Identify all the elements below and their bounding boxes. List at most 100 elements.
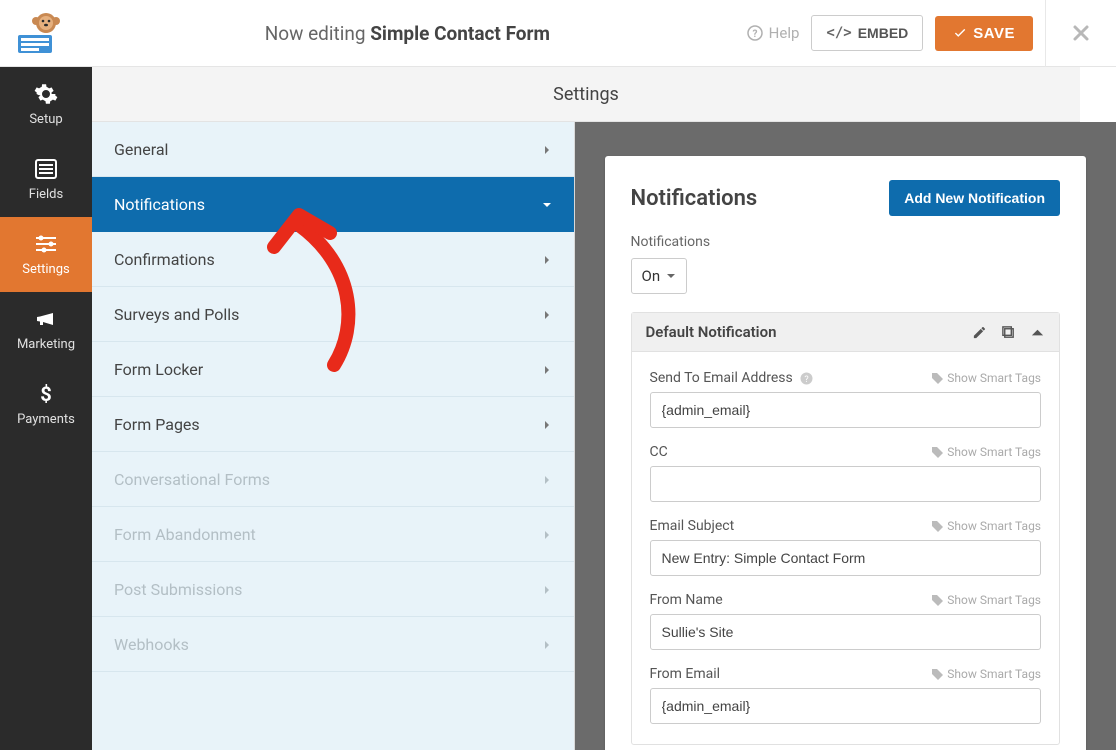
chevron-right-icon — [542, 415, 552, 434]
from-name-input[interactable] — [650, 614, 1042, 650]
from-name-label: From Name — [650, 592, 723, 608]
chevron-right-icon — [542, 140, 552, 159]
content-area: Notifications Add New Notification Notif… — [575, 122, 1116, 750]
help-label: Help — [769, 24, 800, 42]
notifications-toggle-section: Notifications On — [605, 234, 1087, 312]
sidebar-conversational-forms: Conversational Forms — [92, 452, 574, 507]
chevron-right-icon — [542, 470, 552, 489]
chevron-right-icon — [542, 580, 552, 599]
form-name: Simple Contact Form — [370, 22, 550, 45]
field-from-email: From Email Show Smart Tags — [650, 666, 1042, 724]
send-to-input[interactable] — [650, 392, 1042, 428]
content-header: Notifications Add New Notification — [605, 156, 1087, 234]
add-notification-button[interactable]: Add New Notification — [889, 180, 1060, 216]
check-icon — [953, 26, 967, 40]
from-email-label: From Email — [650, 666, 721, 682]
sidebar-notifications[interactable]: Notifications — [92, 177, 574, 232]
chevron-down-icon — [542, 195, 552, 214]
rail-settings[interactable]: Settings — [0, 217, 92, 292]
rail-payments[interactable]: $ Payments — [0, 367, 92, 442]
show-smart-tags[interactable]: Show Smart Tags — [932, 445, 1041, 459]
dollar-icon: $ — [34, 382, 58, 406]
svg-text:?: ? — [752, 29, 757, 40]
field-from-name: From Name Show Smart Tags — [650, 592, 1042, 650]
sidebar-general[interactable]: General — [92, 122, 574, 177]
show-smart-tags[interactable]: Show Smart Tags — [932, 371, 1041, 385]
svg-text:$: $ — [40, 382, 51, 406]
sidebar-label: Notifications — [114, 195, 205, 214]
panel-header: Default Notification — [632, 313, 1060, 352]
tag-icon — [932, 447, 943, 458]
cc-label: CC — [650, 444, 668, 460]
sidebar-form-abandonment: Form Abandonment — [92, 507, 574, 562]
save-button[interactable]: SAVE — [935, 16, 1033, 51]
sidebar-webhooks: Webhooks — [92, 617, 574, 672]
app-logo — [12, 9, 68, 57]
send-to-label: Send To Email Address ? — [650, 370, 813, 386]
sidebar-form-locker[interactable]: Form Locker — [92, 342, 574, 397]
rail-marketing[interactable]: Marketing — [0, 292, 92, 367]
duplicate-icon[interactable] — [1001, 325, 1016, 340]
subject-input[interactable] — [650, 540, 1042, 576]
main-column: Settings General Notifications Confirmat… — [92, 67, 1116, 750]
rail-label: Setup — [29, 112, 62, 127]
notifications-toggle-select[interactable]: On — [631, 258, 688, 294]
sidebar-label: Surveys and Polls — [114, 305, 239, 324]
subject-label: Email Subject — [650, 518, 735, 534]
top-divider — [1045, 0, 1046, 67]
close-button[interactable] — [1064, 16, 1098, 50]
panel-body: Send To Email Address ? Show Smart Tags — [632, 352, 1060, 744]
edit-icon[interactable] — [972, 325, 987, 340]
left-rail: Setup Fields Settings Marketing $ Paymen… — [0, 67, 92, 750]
field-send-to: Send To Email Address ? Show Smart Tags — [650, 370, 1042, 428]
sidebar-confirmations[interactable]: Confirmations — [92, 232, 574, 287]
rail-fields[interactable]: Fields — [0, 142, 92, 217]
top-bar: Now editing Simple Contact Form ? Help <… — [0, 0, 1116, 67]
chevron-down-icon — [666, 271, 676, 281]
sidebar-label: Form Abandonment — [114, 525, 256, 544]
sidebar-label: Form Locker — [114, 360, 203, 379]
help-link[interactable]: ? Help — [747, 24, 800, 42]
show-smart-tags[interactable]: Show Smart Tags — [932, 667, 1041, 681]
panel-actions — [972, 325, 1045, 340]
rail-label: Payments — [17, 412, 75, 427]
embed-label: EMBED — [858, 25, 909, 41]
rail-label: Fields — [29, 187, 63, 202]
sidebar-label: Conversational Forms — [114, 470, 270, 489]
notifications-toggle-label: Notifications — [631, 234, 1061, 250]
save-label: SAVE — [973, 25, 1015, 42]
field-cc: CC Show Smart Tags — [650, 444, 1042, 502]
bullhorn-icon — [34, 307, 58, 331]
chevron-right-icon — [542, 305, 552, 324]
from-email-input[interactable] — [650, 688, 1042, 724]
page-title: Settings — [92, 67, 1080, 122]
editing-prefix: Now editing — [265, 22, 371, 45]
top-actions: ? Help </> EMBED SAVE — [747, 15, 1033, 51]
editing-title: Now editing Simple Contact Form — [68, 22, 747, 45]
sidebar-form-pages[interactable]: Form Pages — [92, 397, 574, 452]
chevron-right-icon — [542, 250, 552, 269]
tag-icon — [932, 669, 943, 680]
list-icon — [34, 157, 58, 181]
rail-label: Marketing — [17, 337, 75, 352]
rail-setup[interactable]: Setup — [0, 67, 92, 142]
chevron-up-icon[interactable] — [1030, 325, 1045, 340]
cc-input[interactable] — [650, 466, 1042, 502]
sidebar-label: Post Submissions — [114, 580, 242, 599]
help-icon[interactable]: ? — [800, 372, 813, 385]
body: Setup Fields Settings Marketing $ Paymen… — [0, 67, 1116, 750]
tag-icon — [932, 521, 943, 532]
embed-button[interactable]: </> EMBED — [811, 15, 923, 51]
show-smart-tags[interactable]: Show Smart Tags — [932, 593, 1041, 607]
sidebar-surveys-polls[interactable]: Surveys and Polls — [92, 287, 574, 342]
notifications-card: Notifications Add New Notification Notif… — [605, 156, 1087, 750]
panel-title: Default Notification — [646, 323, 777, 341]
sidebar-label: Confirmations — [114, 250, 215, 269]
code-icon: </> — [826, 25, 851, 41]
notifications-toggle-value: On — [642, 267, 661, 285]
chevron-right-icon — [542, 360, 552, 379]
show-smart-tags[interactable]: Show Smart Tags — [932, 519, 1041, 533]
notification-panel: Default Notification — [631, 312, 1061, 745]
sidebar-post-submissions: Post Submissions — [92, 562, 574, 617]
sidebar-label: Webhooks — [114, 635, 189, 654]
